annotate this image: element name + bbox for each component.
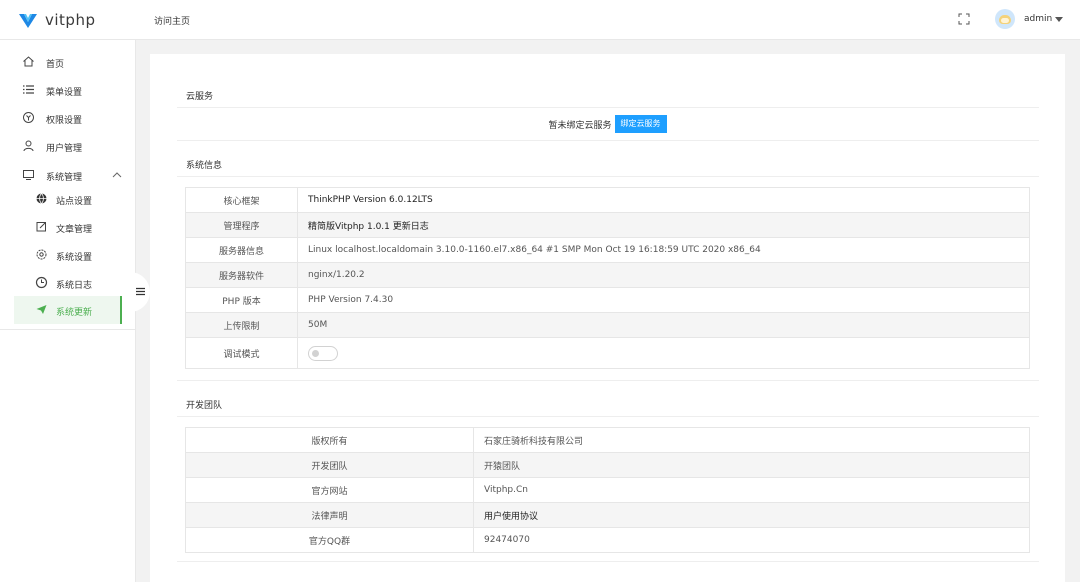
- table-key: 管理程序: [185, 212, 298, 238]
- dev-team-table: 版权所有 石家庄骑析科技有限公司 开发团队 开猿团队 官方网站 Vitphp.C…: [185, 427, 1030, 553]
- table-row: 版权所有 石家庄骑析科技有限公司: [185, 427, 1030, 453]
- gear-icon: [36, 249, 47, 260]
- system-info-table: 核心框架 ThinkPHP Version 6.0.12LTS 管理程序 精简版…: [185, 187, 1030, 369]
- table-value: 92474070: [473, 527, 1030, 553]
- sidebar-item-system-update[interactable]: 系统更新: [14, 296, 122, 324]
- table-key: 版权所有: [185, 427, 474, 453]
- table-key: PHP 版本: [185, 287, 298, 313]
- sidebar-item-system-log[interactable]: 系统日志: [0, 270, 136, 296]
- table-value: [297, 337, 1030, 369]
- sidebar-item-site-settings[interactable]: 站点设置: [0, 186, 136, 212]
- debug-mode-toggle[interactable]: [308, 345, 338, 361]
- sidebar-item-system-settings[interactable]: 系统设置: [0, 242, 136, 268]
- sidebar-item-label: 系统管理: [46, 173, 83, 183]
- sidebar-item-home[interactable]: 首页: [0, 49, 136, 75]
- cloud-message: 暂未绑定云服务: [548, 120, 612, 131]
- table-key: 上传限制: [185, 312, 298, 338]
- cloud-section-title: 云服务: [186, 92, 214, 102]
- table-row: 官方QQ群 92474070: [185, 527, 1030, 553]
- table-key: 官方QQ群: [185, 527, 474, 553]
- sidebar-item-menu-settings[interactable]: 菜单设置: [0, 77, 136, 103]
- username: admin: [1024, 14, 1053, 24]
- table-value: PHP Version 7.4.30: [297, 287, 1030, 313]
- table-key: 核心框架: [185, 187, 298, 213]
- cloud-status: 暂未绑定云服务 绑定云服务: [150, 115, 1065, 133]
- table-row: 开发团队 开猿团队: [185, 452, 1030, 478]
- divider: [177, 176, 1039, 177]
- sidebar-item-article-management[interactable]: 文章管理: [0, 214, 136, 240]
- top-header: vitphp 访问主页 admin: [0, 0, 1080, 40]
- table-value[interactable]: 精简版Vitphp 1.0.1 更新日志: [297, 212, 1030, 238]
- divider: [177, 107, 1039, 108]
- sidebar-divider: [0, 329, 136, 330]
- avatar: [995, 9, 1015, 29]
- table-value: nginx/1.20.2: [297, 262, 1030, 288]
- table-row: 调试模式: [185, 337, 1030, 369]
- table-value: ThinkPHP Version 6.0.12LTS: [297, 187, 1030, 213]
- table-value: 石家庄骑析科技有限公司: [473, 427, 1030, 453]
- sidebar-item-user-management[interactable]: 用户管理: [0, 133, 136, 159]
- fullscreen-icon[interactable]: [958, 13, 970, 25]
- menu-toggle-icon: [136, 287, 145, 296]
- list-icon: [23, 85, 34, 94]
- brand-name: vitphp: [45, 11, 96, 29]
- system-info-title: 系统信息: [186, 161, 223, 171]
- sidebar-item-label: 权限设置: [46, 116, 83, 126]
- user-icon: [23, 140, 34, 152]
- user-menu[interactable]: admin: [995, 9, 1064, 29]
- divider: [177, 561, 1039, 562]
- sidebar-item-permission-settings[interactable]: 权限设置: [0, 105, 136, 131]
- table-key: 服务器信息: [185, 237, 298, 263]
- sidebar-item-label: 用户管理: [46, 144, 83, 154]
- sidebar-item-label: 系统设置: [56, 253, 93, 263]
- table-row: 服务器信息 Linux localhost.localdomain 3.10.0…: [185, 237, 1030, 263]
- sidebar-toggle-button[interactable]: [128, 272, 150, 312]
- permission-icon: [23, 112, 34, 123]
- table-value[interactable]: 用户使用协议: [473, 502, 1030, 528]
- divider: [177, 380, 1039, 381]
- monitor-icon: [23, 170, 34, 180]
- table-key: 服务器软件: [185, 262, 298, 288]
- edit-icon: [36, 222, 46, 232]
- sidebar-item-label: 系统更新: [56, 308, 93, 318]
- table-key: 官方网站: [185, 477, 474, 503]
- bind-cloud-button[interactable]: 绑定云服务: [614, 115, 667, 133]
- table-row: 法律声明 用户使用协议: [185, 502, 1030, 528]
- table-value[interactable]: Vitphp.Cn: [473, 477, 1030, 503]
- sidebar-item-label: 文章管理: [56, 225, 93, 235]
- table-row: PHP 版本 PHP Version 7.4.30: [185, 287, 1030, 313]
- table-value: 50M: [297, 312, 1030, 338]
- sidebar: 首页 菜单设置 权限设置 用户管理 系统管理 站点设置 文章管理 系统设置 系统…: [0, 40, 136, 582]
- vitphp-logo-icon: [19, 14, 37, 28]
- sidebar-item-system-management[interactable]: 系统管理: [0, 162, 136, 188]
- sidebar-item-label: 菜单设置: [46, 88, 83, 98]
- table-key: 法律声明: [185, 502, 474, 528]
- caret-down-icon: [1055, 16, 1064, 22]
- clock-icon: [35, 276, 48, 289]
- sidebar-item-label: 站点设置: [56, 197, 93, 207]
- table-row: 核心框架 ThinkPHP Version 6.0.12LTS: [185, 187, 1030, 213]
- table-value: 开猿团队: [473, 452, 1030, 478]
- main-card: 云服务 暂未绑定云服务 绑定云服务 系统信息 核心框架 ThinkPHP Ver…: [150, 54, 1065, 582]
- globe-icon: [36, 193, 47, 204]
- visit-home-link[interactable]: 访问主页: [154, 14, 190, 27]
- sidebar-item-label: 首页: [46, 60, 65, 70]
- table-value: Linux localhost.localdomain 3.10.0-1160.…: [297, 237, 1030, 263]
- sidebar-item-label: 系统日志: [56, 281, 93, 291]
- table-key: 开发团队: [185, 452, 474, 478]
- home-icon: [23, 56, 34, 67]
- table-row: 服务器软件 nginx/1.20.2: [185, 262, 1030, 288]
- divider: [177, 416, 1039, 417]
- divider: [177, 140, 1039, 141]
- send-icon: [36, 305, 47, 314]
- table-row: 官方网站 Vitphp.Cn: [185, 477, 1030, 503]
- dev-team-title: 开发团队: [186, 401, 223, 411]
- table-row: 管理程序 精简版Vitphp 1.0.1 更新日志: [185, 212, 1030, 238]
- chevron-up-icon: [112, 172, 122, 178]
- brand[interactable]: vitphp: [18, 8, 95, 32]
- table-row: 上传限制 50M: [185, 312, 1030, 338]
- table-key: 调试模式: [185, 337, 298, 369]
